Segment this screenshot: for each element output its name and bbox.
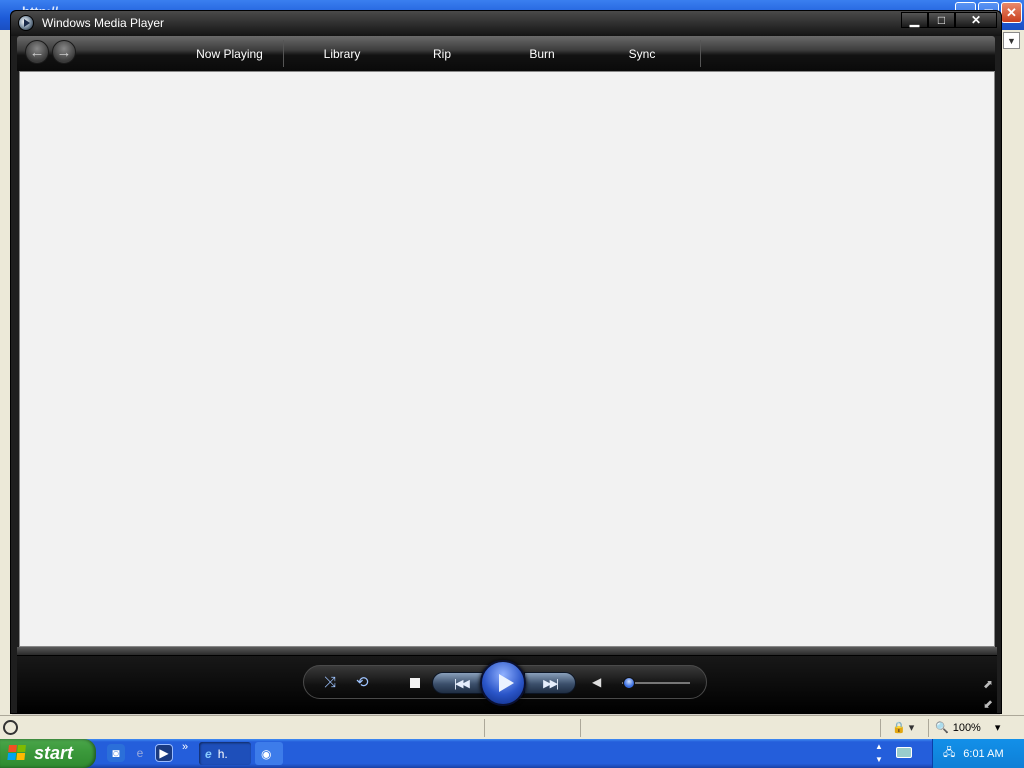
quick-launch-chevron[interactable]: » bbox=[182, 741, 188, 753]
forward-button[interactable]: → bbox=[52, 40, 76, 64]
taskbar-item-wmp[interactable]: ◉ bbox=[255, 742, 283, 765]
minimize-button[interactable]: ▁ bbox=[901, 12, 928, 28]
chevron-down-icon: ▾ bbox=[994, 722, 1001, 734]
network-icon[interactable]: 🖧 bbox=[943, 744, 955, 763]
window-title: Windows Media Player bbox=[42, 16, 165, 30]
wmp-logo-icon bbox=[18, 15, 34, 31]
player-controls-bar: ⤨ ⟲ |◀◀ ▶▶| ◀ ⬈ ⬋ bbox=[17, 647, 997, 713]
tab-burn[interactable]: Burn bbox=[497, 36, 587, 71]
play-button[interactable] bbox=[480, 660, 526, 706]
zoom-control[interactable]: 🔍 100% ▾ bbox=[935, 721, 1001, 735]
back-button[interactable]: ← bbox=[25, 40, 49, 64]
tab-rip[interactable]: Rip bbox=[397, 36, 487, 71]
close-button[interactable]: ✕ bbox=[955, 12, 997, 28]
navigation-bar: ← → Now Playing Library Rip Burn Sync bbox=[17, 36, 995, 71]
taskbar-item-label: h. bbox=[217, 746, 228, 761]
switch-to-skin-icon[interactable]: ⬈ bbox=[983, 677, 993, 691]
taskbar: start ◙ e ▶ » e h. ◉ ▲ ▼ 🖧 6:01 AM bbox=[0, 739, 1024, 768]
start-label: start bbox=[34, 743, 74, 763]
volume-icon[interactable]: ◀ bbox=[592, 675, 601, 689]
arrow-right-icon: → bbox=[56, 43, 72, 61]
next-button[interactable]: ▶▶| bbox=[524, 672, 576, 694]
windows-logo-icon bbox=[7, 744, 29, 763]
zoom-level: 100% bbox=[952, 721, 981, 734]
background-close-button[interactable]: ✕ bbox=[1001, 2, 1022, 23]
quick-launch-show-desktop-icon[interactable]: ◙ bbox=[107, 744, 125, 762]
quick-launch-wmp-icon[interactable]: ▶ bbox=[155, 744, 173, 762]
page-loading-icon bbox=[3, 720, 18, 735]
tray-scroll-buttons[interactable]: ▲ ▼ bbox=[872, 740, 886, 767]
ie-status-bar: 🔒 ▾ 🔍 100% ▾ bbox=[0, 715, 1024, 739]
tab-library[interactable]: Library bbox=[297, 36, 387, 71]
tab-now-playing[interactable]: Now Playing bbox=[177, 36, 282, 71]
clock[interactable]: 6:01 AM bbox=[963, 748, 1003, 760]
wmp-titlebar[interactable]: Windows Media Player ▁ □ ✕ bbox=[11, 11, 1001, 36]
shuffle-icon[interactable]: ⤨ bbox=[324, 674, 336, 691]
security-zone-icon[interactable]: 🔒 ▾ bbox=[892, 721, 914, 734]
next-icon: ▶▶| bbox=[543, 677, 559, 690]
seek-bar[interactable] bbox=[17, 647, 997, 656]
system-tray: 🖧 6:01 AM bbox=[932, 739, 1024, 768]
address-dropdown-button[interactable]: ▼ bbox=[1003, 32, 1020, 49]
tab-sync[interactable]: Sync bbox=[597, 36, 687, 71]
repeat-icon[interactable]: ⟲ bbox=[356, 673, 369, 691]
keyboard-icon[interactable] bbox=[896, 747, 912, 758]
taskbar-item-ie[interactable]: e h. bbox=[199, 742, 251, 765]
minimize-mode-icon[interactable]: ⬋ bbox=[983, 697, 993, 711]
volume-knob[interactable] bbox=[623, 677, 636, 689]
ie-icon: e bbox=[205, 746, 212, 761]
zoom-icon: 🔍 bbox=[935, 722, 949, 734]
now-playing-area bbox=[19, 71, 995, 647]
wmp-icon: ◉ bbox=[261, 746, 272, 761]
stop-button[interactable] bbox=[410, 678, 420, 688]
start-button[interactable]: start bbox=[0, 739, 96, 768]
maximize-button[interactable]: □ bbox=[928, 12, 955, 28]
background-window-right-edge bbox=[1000, 30, 1024, 720]
transport-controls: ⤨ ⟲ |◀◀ ▶▶| ◀ bbox=[303, 660, 707, 706]
previous-icon: |◀◀ bbox=[454, 677, 470, 690]
wmp-window: Windows Media Player ▁ □ ✕ ← → Now Playi… bbox=[10, 10, 1002, 714]
quick-launch-ie-icon[interactable]: e bbox=[131, 744, 149, 762]
arrow-left-icon: ← bbox=[29, 43, 45, 61]
